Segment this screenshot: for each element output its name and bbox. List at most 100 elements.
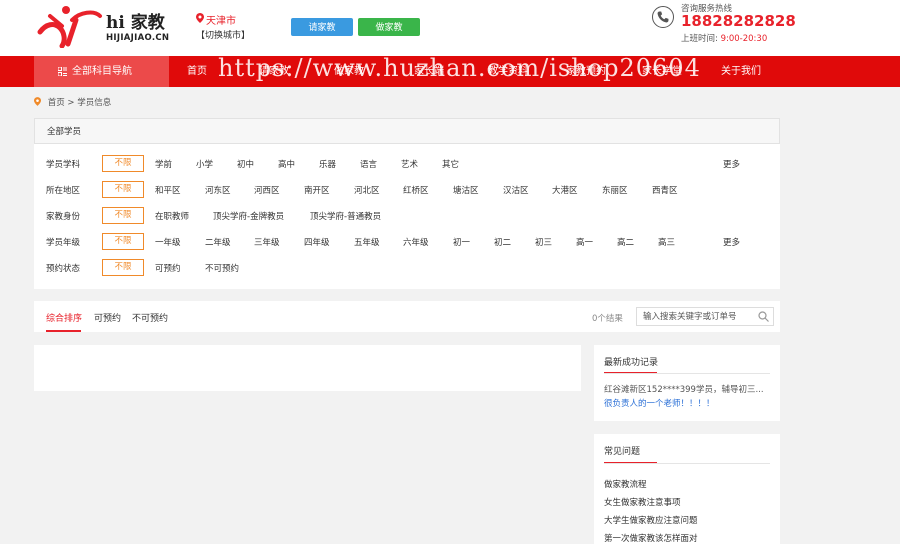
filter-more-link[interactable]: 更多 bbox=[723, 158, 740, 170]
nav-item-home[interactable]: 首页 bbox=[187, 56, 207, 87]
filter-option[interactable]: 高二 bbox=[617, 236, 634, 248]
filter-option[interactable]: 高中 bbox=[278, 158, 295, 170]
filter-option[interactable]: 南开区 bbox=[304, 184, 330, 196]
filter-option[interactable]: 顶尖学府-普通教员 bbox=[310, 210, 381, 222]
filter-option[interactable]: 学前 bbox=[155, 158, 172, 170]
nav-item-about[interactable]: 关于我们 bbox=[721, 56, 761, 87]
current-city: 天津市 bbox=[196, 12, 250, 27]
breadcrumb-current: 学员信息 bbox=[77, 98, 112, 108]
logo-mark-icon bbox=[37, 6, 102, 48]
recent-records-panel: 最新成功记录 红谷滩新区152****399学员，辅导初三... 很负责人的一个… bbox=[594, 345, 780, 421]
filter-option[interactable]: 初中 bbox=[237, 158, 254, 170]
grid-menu-icon bbox=[58, 67, 67, 76]
faq-title: 常见问题 bbox=[604, 447, 641, 457]
filter-option[interactable]: 可预约 bbox=[155, 262, 181, 274]
filter-option-no-limit[interactable]: 不限 bbox=[102, 155, 144, 172]
filter-option[interactable]: 和平区 bbox=[155, 184, 181, 196]
filter-option[interactable]: 汉沽区 bbox=[503, 184, 529, 196]
filter-option[interactable]: 塘沽区 bbox=[453, 184, 479, 196]
search-input[interactable] bbox=[637, 308, 747, 325]
breadcrumb-separator: > bbox=[67, 98, 75, 108]
filter-option-no-limit[interactable]: 不限 bbox=[102, 233, 144, 250]
filter-option[interactable]: 顶尖学府-金牌教员 bbox=[213, 210, 284, 222]
filter-option-no-limit[interactable]: 不限 bbox=[102, 259, 144, 276]
filter-option[interactable]: 河北区 bbox=[354, 184, 380, 196]
all-subjects-menu[interactable]: 全部科目导航 bbox=[34, 56, 169, 87]
filter-label: 学员年级 bbox=[46, 238, 81, 248]
filter-option[interactable]: 三年级 bbox=[254, 236, 280, 248]
search-box bbox=[636, 307, 774, 326]
find-tutor-button[interactable]: 请家教 bbox=[291, 18, 353, 36]
filter-option[interactable]: 高一 bbox=[576, 236, 593, 248]
filter-option[interactable]: 其它 bbox=[442, 158, 459, 170]
filter-panel-title: 全部学员 bbox=[34, 118, 780, 144]
filter-option[interactable]: 红桥区 bbox=[403, 184, 429, 196]
nav-item-booking[interactable]: 家教预约 bbox=[566, 56, 606, 87]
filter-panel: 全部学员 学员学科 不限 学前 小学 初中 高中 乐器 语言 艺术 其它 更多 … bbox=[34, 118, 780, 289]
filter-label: 家教身份 bbox=[46, 212, 81, 222]
hours-value: 9:00-20:30 bbox=[720, 34, 768, 44]
divider bbox=[604, 463, 770, 464]
filter-option[interactable]: 乐器 bbox=[319, 158, 336, 170]
nav-item-find-tutor[interactable]: 请家教 bbox=[259, 56, 289, 87]
faq-item[interactable]: 大学生做家教应注意问题 bbox=[604, 514, 698, 526]
filter-option[interactable]: 河东区 bbox=[205, 184, 231, 196]
filter-more-link[interactable]: 更多 bbox=[723, 236, 740, 248]
become-tutor-button[interactable]: 做家教 bbox=[358, 18, 420, 36]
tab-sort-overall[interactable]: 综合排序 bbox=[46, 311, 82, 324]
recent-record-text[interactable]: 红谷滩新区152****399学员，辅导初三... bbox=[604, 383, 764, 395]
filter-option[interactable]: 高三 bbox=[658, 236, 675, 248]
hotline-number: 18828282828 bbox=[681, 12, 796, 30]
filter-row-district: 所在地区 不限 和平区 河东区 河西区 南开区 河北区 红桥区 塘沽区 汉沽区 … bbox=[34, 181, 780, 199]
filter-option[interactable]: 在职教师 bbox=[155, 210, 189, 222]
nav-item-parent-school[interactable]: 家长学堂 bbox=[642, 56, 682, 87]
filter-option[interactable]: 初三 bbox=[535, 236, 552, 248]
tab-sort-unavailable[interactable]: 不可预约 bbox=[132, 311, 168, 324]
filter-row-booking-status: 预约状态 不限 可预约 不可预约 bbox=[34, 259, 780, 277]
location-pin-icon bbox=[196, 13, 204, 23]
filter-option[interactable]: 大港区 bbox=[552, 184, 578, 196]
nav-item-be-tutor[interactable]: 做家教 bbox=[334, 56, 364, 87]
filter-option[interactable]: 语言 bbox=[360, 158, 377, 170]
filter-option[interactable]: 初一 bbox=[453, 236, 470, 248]
location-pin-icon bbox=[34, 97, 41, 106]
breadcrumb: 首页 > 学员信息 bbox=[34, 96, 111, 108]
sort-bar: 综合排序 可预约 不可预约 0个结果 bbox=[34, 301, 780, 332]
filter-option[interactable]: 四年级 bbox=[304, 236, 330, 248]
search-icon[interactable] bbox=[758, 311, 769, 322]
faq-item[interactable]: 女生做家教注意事项 bbox=[604, 496, 681, 508]
filter-option[interactable]: 一年级 bbox=[155, 236, 181, 248]
breadcrumb-home[interactable]: 首页 bbox=[48, 98, 65, 108]
business-hours: 上班时间: 9:00-20:30 bbox=[681, 32, 767, 44]
filter-option[interactable]: 二年级 bbox=[205, 236, 231, 248]
filter-option[interactable]: 东丽区 bbox=[602, 184, 628, 196]
city-name-text: 天津市 bbox=[206, 16, 236, 27]
city-selector[interactable]: 天津市 【切换城市】 bbox=[196, 12, 250, 41]
filter-option[interactable]: 河西区 bbox=[254, 184, 280, 196]
logo-domain: HIJIAJIAO.CN bbox=[106, 33, 170, 43]
site-logo[interactable]: hi 家教 HIJIAJIAO.CN bbox=[36, 2, 176, 50]
filter-option[interactable]: 艺术 bbox=[401, 158, 418, 170]
filter-option[interactable]: 六年级 bbox=[403, 236, 429, 248]
nav-item-materials[interactable]: 教学资料 bbox=[488, 56, 528, 87]
all-subjects-label: 全部科目导航 bbox=[72, 66, 132, 77]
nav-item-parents[interactable]: 家长端 bbox=[414, 56, 444, 87]
site-header: hi 家教 HIJIAJIAO.CN 天津市 【切换城市】 请家教 做家教 咨询… bbox=[0, 0, 900, 56]
filter-row-subject: 学员学科 不限 学前 小学 初中 高中 乐器 语言 艺术 其它 更多 bbox=[34, 155, 780, 173]
faq-item[interactable]: 第一次做家教该怎样面对 bbox=[604, 532, 698, 544]
filter-row-tutor-identity: 家教身份 不限 在职教师 顶尖学府-金牌教员 顶尖学府-普通教员 bbox=[34, 207, 780, 225]
filter-option[interactable]: 西青区 bbox=[652, 184, 678, 196]
results-list bbox=[34, 345, 581, 391]
faq-panel: 常见问题 做家教流程 女生做家教注意事项 大学生做家教应注意问题 第一次做家教该… bbox=[594, 434, 780, 544]
logo-title: hi 家教 bbox=[106, 13, 165, 33]
filter-option-no-limit[interactable]: 不限 bbox=[102, 181, 144, 198]
filter-option[interactable]: 初二 bbox=[494, 236, 511, 248]
filter-option[interactable]: 五年级 bbox=[354, 236, 380, 248]
filter-option[interactable]: 小学 bbox=[196, 158, 213, 170]
switch-city-link[interactable]: 【切换城市】 bbox=[196, 28, 250, 41]
filter-option-no-limit[interactable]: 不限 bbox=[102, 207, 144, 224]
tab-sort-available[interactable]: 可预约 bbox=[94, 311, 121, 324]
faq-item[interactable]: 做家教流程 bbox=[604, 478, 647, 490]
filter-option[interactable]: 不可预约 bbox=[205, 262, 239, 274]
recent-record-comment[interactable]: 很负责人的一个老师！！！！ bbox=[604, 397, 715, 409]
